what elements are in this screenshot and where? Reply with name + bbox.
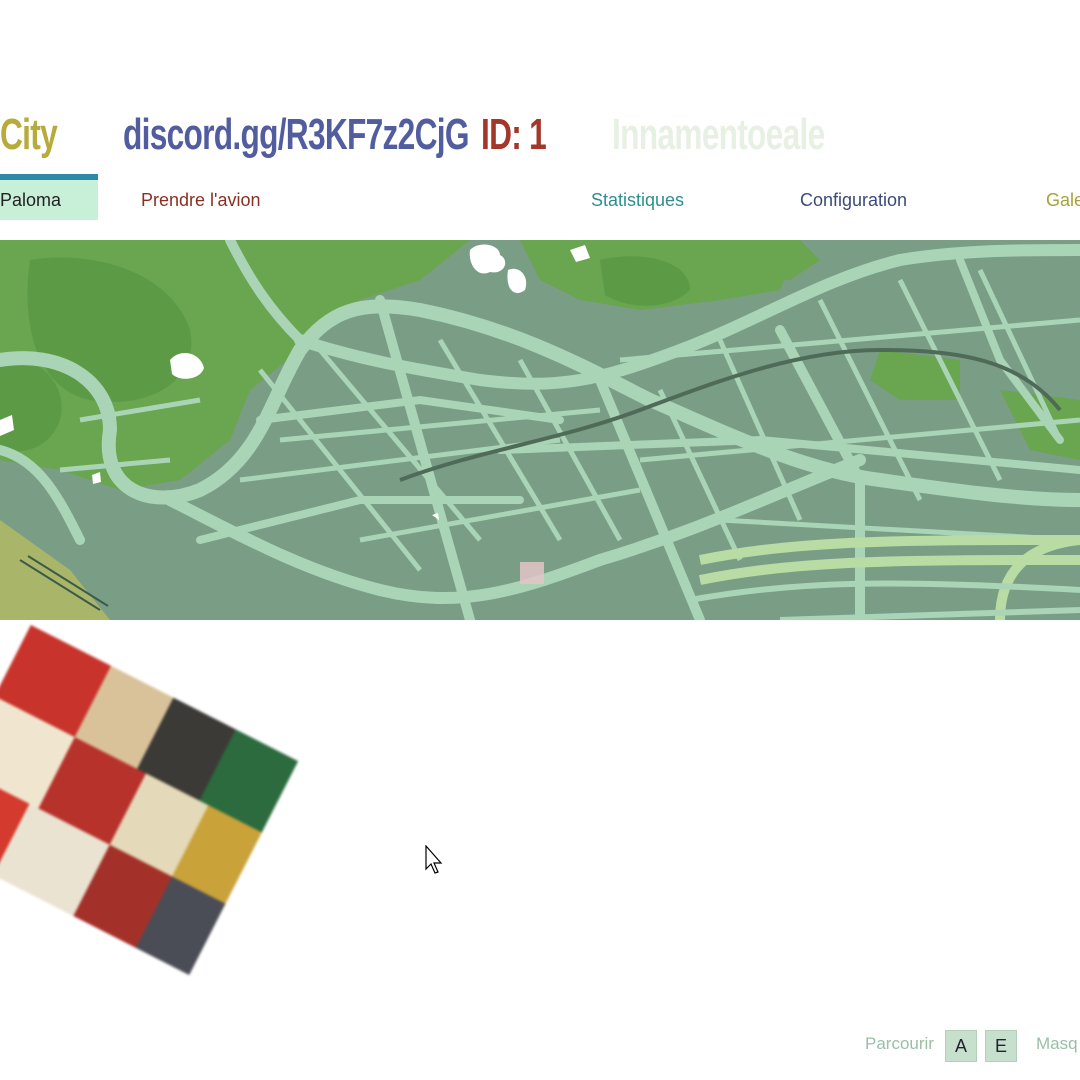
- browse-label: Parcourir: [865, 1034, 934, 1053]
- faded-header-text: Innamentoeale: [612, 110, 825, 159]
- tab-statistiques[interactable]: Statistiques: [591, 180, 684, 220]
- key-a-button[interactable]: A: [945, 1030, 977, 1062]
- tab-prendre-avion[interactable]: Prendre l'avion: [141, 180, 261, 220]
- key-e-button[interactable]: E: [985, 1030, 1017, 1062]
- tab-bar: Paloma Prendre l'avion Statistiques Conf…: [0, 174, 1080, 222]
- discord-link[interactable]: discord.gg/R3KF7z2CjG: [123, 110, 469, 160]
- mouse-pointer-icon: [425, 844, 445, 880]
- tab-paloma[interactable]: Paloma: [0, 174, 98, 220]
- hide-label: Masq: [1036, 1034, 1078, 1053]
- footer-hints: Parcourir A E Masq: [0, 1030, 1080, 1062]
- screenshot-collage: [0, 624, 299, 976]
- tab-galerie[interactable]: Gale: [1046, 180, 1080, 220]
- map-graphic: [0, 240, 1080, 620]
- header: City discord.gg/R3KF7z2CjG ID: 1 Innamen…: [0, 110, 1080, 172]
- player-id: ID: 1: [481, 110, 547, 159]
- server-name: City: [0, 110, 58, 159]
- city-map[interactable]: [0, 240, 1080, 620]
- tab-configuration[interactable]: Configuration: [800, 180, 907, 220]
